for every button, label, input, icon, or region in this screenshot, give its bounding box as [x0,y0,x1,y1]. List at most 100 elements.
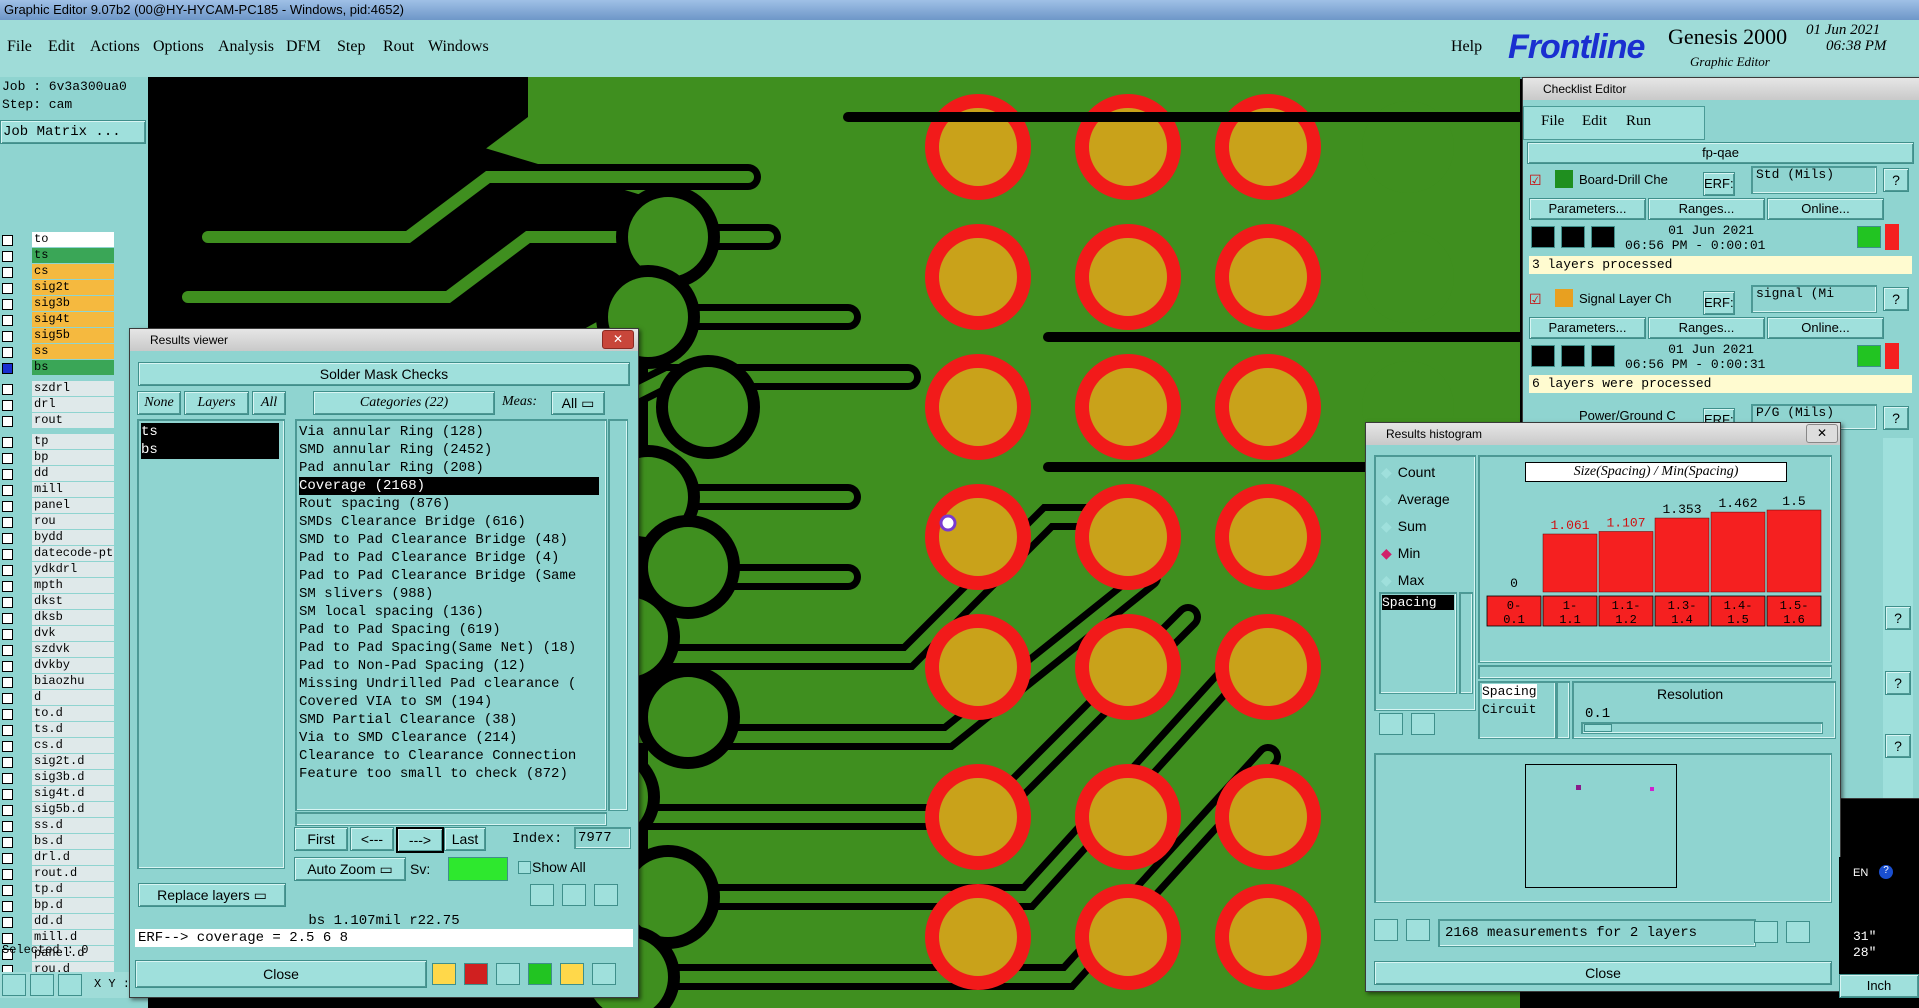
category-list[interactable]: Via annular Ring (128) SMD annular Ring (… [295,419,607,811]
layer-row[interactable]: ydkdrl [0,562,118,577]
layer-checkbox[interactable] [2,901,13,912]
layer-name[interactable]: sig5b [32,328,114,343]
category-item[interactable]: SMD to Pad Clearance Bridge (48) [299,531,599,549]
category-hscrollbar[interactable] [295,812,607,826]
layer-name[interactable]: ss [32,344,114,359]
parameters-button[interactable]: Parameters... [1529,198,1646,220]
radio-diamond-icon[interactable]: ◆ [1381,464,1392,480]
refresh-icon[interactable] [1411,713,1435,735]
layer-checkbox[interactable] [2,283,13,294]
layer-name[interactable]: dd [32,466,114,481]
layer-checkbox[interactable] [2,363,13,374]
resolution-slider[interactable] [1581,722,1823,734]
layer-row[interactable]: panel [0,498,118,513]
layer-checkbox[interactable] [2,235,13,246]
help-circle-icon[interactable]: ? [1879,865,1893,879]
layer-name[interactable]: bp.d [32,898,114,913]
layer-row[interactable]: ts.d [0,722,118,737]
radio-diamond-icon[interactable]: ◆ [1381,491,1392,507]
layer-row[interactable]: dkst [0,594,118,609]
layer-name[interactable]: drl [32,397,114,412]
category-item[interactable]: Via to SMD Clearance (214) [299,729,599,747]
layer-checkbox[interactable] [2,821,13,832]
layer-row[interactable]: ts [0,248,118,263]
menu-edit[interactable]: Edit [48,38,75,56]
layer-checkbox[interactable] [2,437,13,448]
layer-list[interactable]: ts bs [137,419,285,869]
layer-row[interactable]: mpth [0,578,118,593]
layer-checkbox[interactable] [2,384,13,395]
histogram-bar[interactable] [1710,511,1766,593]
category-item[interactable]: SMD annular Ring (2452) [299,441,599,459]
layer-row[interactable]: sig4t [0,312,118,327]
help-icon[interactable]: ? [1883,168,1909,192]
layer-checkbox[interactable] [2,485,13,496]
menu-dfm[interactable]: DFM [286,38,321,56]
mode-option[interactable]: ◆ Average [1381,491,1450,508]
layer-row[interactable]: sig3b [0,296,118,311]
menu-analysis[interactable]: Analysis [218,38,274,56]
online-button[interactable]: Online... [1767,198,1884,220]
layer-name[interactable]: d [32,690,114,705]
refresh-icon[interactable] [562,884,586,906]
refresh-icon[interactable] [1406,919,1430,941]
layer-row[interactable]: sig4t.d [0,786,118,801]
layer-checkbox[interactable] [2,416,13,427]
layer-name[interactable]: sig2t.d [32,754,114,769]
category-item[interactable]: Coverage (2168) [299,477,599,495]
layer-checkbox[interactable] [2,853,13,864]
layer-checkbox[interactable] [2,581,13,592]
layer-checkbox[interactable] [2,331,13,342]
menu-rout[interactable]: Rout [383,38,414,56]
job-matrix-button[interactable]: Job Matrix ... [0,120,146,144]
category-item[interactable]: Pad annular Ring (208) [299,459,599,477]
category-item[interactable]: Missing Undrilled Pad clearance ( [299,675,599,693]
layer-row[interactable]: rou [0,514,118,529]
category-item[interactable]: Pad to Pad Clearance Bridge (Same [299,567,599,585]
layer-row[interactable]: to.d [0,706,118,721]
layer-name[interactable]: tp.d [32,882,114,897]
layer-name[interactable]: rou [32,514,114,529]
histogram-bar[interactable] [1598,531,1654,593]
show-all-checkbox[interactable] [518,861,531,874]
last-button[interactable]: Last [444,827,486,851]
layer-name[interactable]: dkst [32,594,114,609]
layer-list-item[interactable]: ts [141,423,279,441]
close-window-icon[interactable]: ✕ [602,330,634,349]
category-item[interactable]: SMD Partial Clearance (38) [299,711,599,729]
checklist-menu-edit[interactable]: Edit [1582,113,1607,130]
layer-name[interactable]: cs [32,264,114,279]
layer-name[interactable]: ts.d [32,722,114,737]
layer-name[interactable]: to.d [32,706,114,721]
layer-name[interactable]: bp [32,450,114,465]
units-select[interactable]: Inch [1839,974,1919,998]
category-item[interactable]: Feature too small to check (872) [299,765,599,783]
category-scrollbar[interactable] [608,419,628,811]
layer-checkbox[interactable] [2,597,13,608]
histogram-bar[interactable] [1542,533,1598,593]
export-icon[interactable] [1754,921,1778,943]
help-icon[interactable]: ? [1883,287,1909,311]
layer-name[interactable]: mpth [32,578,114,593]
layer-name[interactable]: mill [32,482,114,497]
replace-layers-select[interactable]: Replace layers ▭ [138,883,286,907]
layer-list-item[interactable]: bs [141,441,279,459]
category-item[interactable]: Pad to Pad Spacing (619) [299,621,599,639]
layer-row[interactable]: sig5b.d [0,802,118,817]
layer-name[interactable]: ts [32,248,114,263]
mode-option[interactable]: ◆ Count [1381,464,1435,481]
delete-icon[interactable] [530,884,554,906]
layer-row[interactable]: sig2t.d [0,754,118,769]
category-item[interactable]: SMDs Clearance Bridge (616) [299,513,599,531]
spacing-circuit-list[interactable]: Spacing Circuit [1478,681,1556,739]
parameters-button[interactable]: Parameters... [1529,317,1646,339]
layer-checkbox[interactable] [2,613,13,624]
layer-row[interactable]: bs.d [0,834,118,849]
layer-checkbox[interactable] [2,677,13,688]
first-button[interactable]: First [294,827,348,851]
layer-name[interactable]: sig4t [32,312,114,327]
layer-row[interactable]: szdvk [0,642,118,657]
help-icon[interactable]: ? [1885,671,1911,695]
layer-row[interactable]: drl.d [0,850,118,865]
layer-name[interactable]: sig5b.d [32,802,114,817]
